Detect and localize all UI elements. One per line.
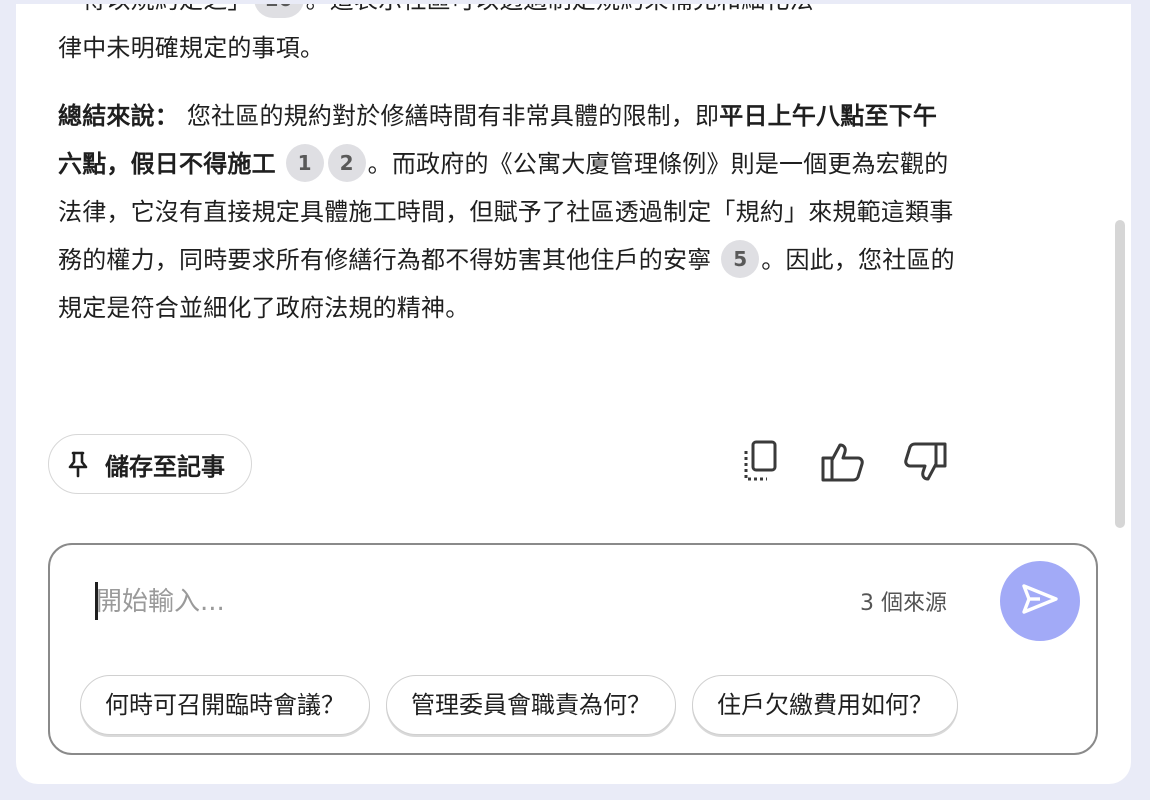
chat-composer: 3 個來源 何時可召開臨時會議？ 管理委員會職責為何？ 住戶欠繳費用如何？ (48, 543, 1098, 755)
assistant-message: 「得以規約定之」10。這表示社區可以透過制定規約來補充和細化法 律中未明確規定的… (58, 0, 958, 332)
source-count: 3 個來源 (860, 591, 947, 616)
copy-icon (741, 439, 781, 489)
suggestion-chips: 何時可召開臨時會議？ 管理委員會職責為何？ 住戶欠繳費用如何？ (80, 675, 1070, 739)
save-to-note-button[interactable]: 儲存至記事 (48, 434, 252, 494)
summary-text-1: 您社區的規約對於修繕時間有非常具體的限制，即 (186, 102, 720, 130)
chat-panel: 「得以規約定之」10。這表示社區可以透過制定規約來補充和細化法 律中未明確規定的… (16, 0, 1131, 784)
pin-icon (67, 450, 89, 478)
thumbs-up-icon (820, 440, 866, 488)
suggestion-chip-3[interactable]: 住戶欠繳費用如何？ (692, 675, 958, 735)
copy-button[interactable] (736, 438, 786, 490)
save-to-note-label: 儲存至記事 (105, 452, 225, 481)
scrollbar-thumb[interactable] (1115, 220, 1125, 528)
thumbs-down-button[interactable] (900, 438, 950, 490)
text-caret (95, 582, 98, 620)
chat-input[interactable] (94, 579, 818, 625)
summary-label: 總結來說： (58, 102, 179, 130)
send-icon (1020, 582, 1060, 620)
citation-badge-2[interactable]: 2 (327, 144, 366, 182)
suggestion-chip-2[interactable]: 管理委員會職責為何？ (386, 675, 676, 735)
summary-paragraph: 總結來說： 您社區的規約對於修繕時間有非常具體的限制，即平日上午八點至下午六點，… (58, 92, 958, 332)
send-button[interactable] (1000, 561, 1080, 641)
panel-top-edge (16, 0, 1131, 4)
citation-badge-1[interactable]: 1 (285, 144, 324, 182)
thumbs-up-button[interactable] (818, 438, 868, 490)
thumbs-down-icon (902, 440, 948, 488)
suggestion-chip-1[interactable]: 何時可召開臨時會議？ (80, 675, 370, 735)
previous-paragraph: 「得以規約定之」10。這表示社區可以透過制定規約來補充和細化法 律中未明確規定的… (58, 0, 958, 72)
previous-paragraph-end: 律中未明確規定的事項。 (58, 34, 325, 62)
citation-badge-5[interactable]: 5 (721, 240, 760, 278)
message-actions (736, 438, 950, 490)
